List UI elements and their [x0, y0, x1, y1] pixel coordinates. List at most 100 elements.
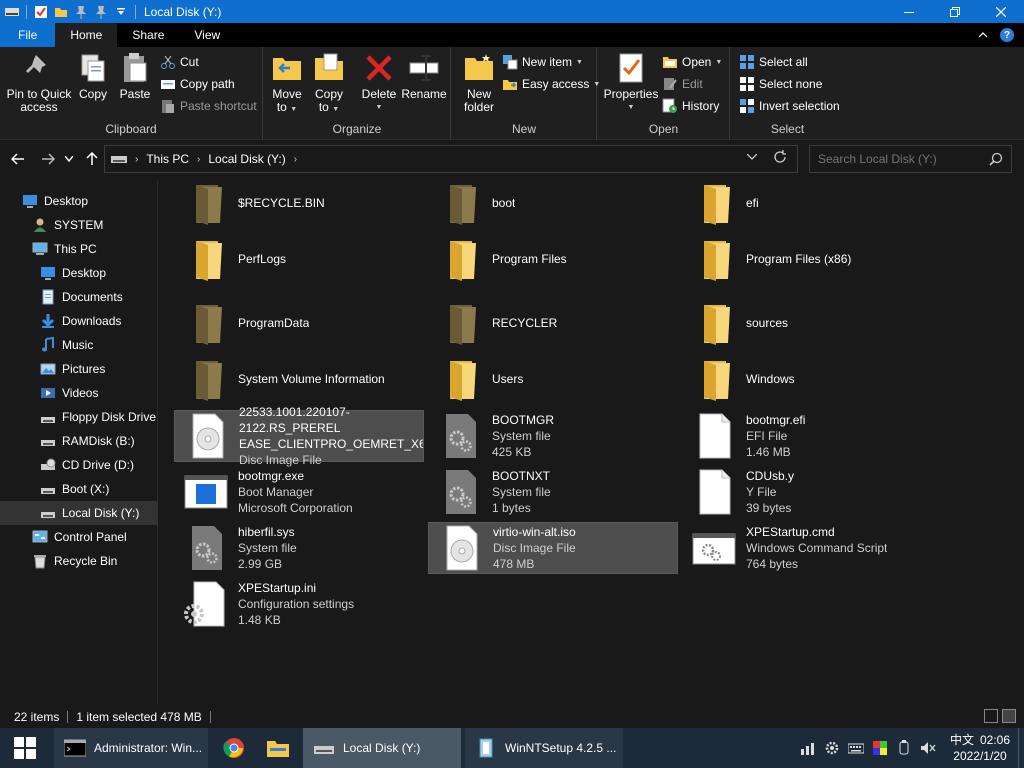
select-none-button[interactable]: Select none	[739, 74, 822, 94]
volume-muted-icon[interactable]	[920, 740, 936, 756]
easy-access-button[interactable]: Easy access ▼	[502, 74, 600, 94]
edit-button[interactable]: Edit	[662, 74, 703, 94]
file-item-bootmgr[interactable]: BOOTMGR System file 425 KB	[428, 410, 678, 462]
move-to-button[interactable]: Move to ▼	[270, 51, 304, 116]
breadcrumb-local-disk[interactable]: Local Disk (Y:)	[208, 152, 285, 166]
file-item-programdata[interactable]: ProgramData	[174, 297, 424, 349]
ime-indicator[interactable]: 中文	[950, 733, 974, 747]
nav-item-downloads-5[interactable]: Downloads	[0, 309, 158, 333]
new-item-button[interactable]: New item ▼	[502, 52, 583, 72]
show-desktop-button[interactable]	[1018, 728, 1024, 768]
nav-item-local-disk-y-13[interactable]: Local Disk (Y:)	[0, 501, 158, 525]
close-button[interactable]	[978, 0, 1024, 23]
clock[interactable]: 中文 02:06 2022/1/20	[950, 732, 1010, 764]
taskbar-explorer-window[interactable]: Local Disk (Y:)	[303, 728, 461, 768]
file-item-sources[interactable]: sources	[682, 297, 932, 349]
search-input[interactable]	[818, 152, 978, 166]
nav-item-boot-x-12[interactable]: Boot (X:)	[0, 477, 158, 501]
file-item-xpestartup-ini[interactable]: XPEStartup.ini Configuration settings 1.48…	[174, 578, 424, 630]
file-item-windows[interactable]: Windows	[682, 353, 932, 405]
nav-item-control-panel-14[interactable]: Control Panel	[0, 525, 158, 549]
search-box[interactable]	[809, 145, 1012, 173]
settings-gear-icon[interactable]	[824, 740, 840, 756]
paste-shortcut-button[interactable]: Paste shortcut	[160, 96, 257, 116]
file-item-users[interactable]: Users	[428, 353, 678, 405]
nav-item-ramdisk-b-10[interactable]: RAMDisk (B:)	[0, 429, 158, 453]
properties-button[interactable]: Properties ▼	[604, 51, 658, 114]
pin-qat-icon[interactable]	[71, 0, 91, 23]
nav-item-videos-8[interactable]: Videos	[0, 381, 158, 405]
breadcrumb-this-pc[interactable]: This PC	[146, 152, 189, 166]
taskbar-chrome[interactable]	[214, 728, 254, 768]
nav-item-cd-drive-d-11[interactable]: CD Drive (D:)	[0, 453, 158, 477]
file-item-bootnxt[interactable]: BOOTNXT System file 1 bytes	[428, 466, 678, 518]
address-dropdown-icon[interactable]	[746, 151, 758, 163]
file-item-cdusb-y[interactable]: CDUsb.y Y File 39 bytes	[682, 466, 932, 518]
tab-home[interactable]: Home	[55, 23, 118, 47]
paste-button[interactable]: Paste	[118, 51, 152, 101]
file-item-hiberfil-sys[interactable]: hiberfil.sys System file 2.99 GB	[174, 522, 424, 574]
help-icon[interactable]: ?	[1000, 28, 1014, 42]
start-button[interactable]	[0, 728, 50, 768]
file-item-efi[interactable]: efi	[682, 177, 932, 229]
minimize-button[interactable]	[886, 0, 932, 23]
tab-file[interactable]: File	[0, 23, 56, 47]
file-item-xpestartup-cmd[interactable]: XPEStartup.cmd Windows Command Script 764 …	[682, 522, 932, 574]
copy-path-button[interactable]: Copy path	[160, 74, 235, 94]
restore-button[interactable]	[932, 0, 978, 23]
taskbar-file-explorer[interactable]	[258, 728, 298, 768]
tab-view[interactable]: View	[179, 23, 235, 47]
recent-locations-button[interactable]	[62, 149, 76, 169]
file-item-recycler[interactable]: RECYCLER	[428, 297, 678, 349]
nav-item-system-1[interactable]: SYSTEM	[0, 213, 158, 237]
select-all-button[interactable]: Select all	[739, 52, 808, 72]
invert-selection-button[interactable]: Invert selection	[739, 96, 840, 116]
new-folder-qat-icon[interactable]	[51, 0, 71, 23]
copy-to-button[interactable]: Copy to ▼	[312, 51, 346, 116]
properties-check-icon[interactable]	[31, 0, 51, 23]
nav-item-desktop-0[interactable]: Desktop	[0, 189, 158, 213]
file-item-virtio-win-alt-iso[interactable]: virtio-win-alt.iso Disc Image File 478 MB	[428, 522, 678, 574]
forward-button[interactable]	[38, 149, 58, 169]
window-menu-icon[interactable]	[2, 0, 22, 23]
pin-to-quick-access-button[interactable]: Pin to Quick access	[6, 51, 72, 114]
nav-item-music-6[interactable]: Music	[0, 333, 158, 357]
taskbar-winntsetup[interactable]: WinNTSetup 4.2.5 ...	[465, 728, 623, 768]
search-icon[interactable]	[989, 152, 1003, 169]
large-icons-view-icon[interactable]	[1002, 709, 1016, 723]
history-button[interactable]: History	[662, 96, 719, 116]
address-bar[interactable]: › This PC › Local Disk (Y:) ›	[104, 145, 798, 173]
nav-item-this-pc-2[interactable]: This PC	[0, 237, 158, 261]
open-button[interactable]: Open ▼	[662, 52, 722, 72]
up-button[interactable]	[82, 149, 102, 169]
taskbar-cmd[interactable]: Administrator: Win...	[54, 728, 208, 768]
file-item-program-files[interactable]: Program Files	[428, 233, 678, 285]
file-item-boot[interactable]: boot	[428, 177, 678, 229]
usb-icon[interactable]	[896, 740, 912, 756]
file-item-22533-1001-220107-2122-rs-prerelease-cli[interactable]: 22533.1001.220107-2122.RS_PREREL EASE_CLI…	[174, 405, 424, 467]
back-button[interactable]	[8, 149, 28, 169]
rename-button[interactable]: Rename	[401, 51, 447, 101]
details-view-icon[interactable]	[984, 709, 998, 723]
cut-button[interactable]: Cut	[160, 52, 199, 72]
refresh-icon[interactable]	[773, 150, 787, 167]
file-item-bootmgr-exe[interactable]: bootmgr.exe Boot Manager Microsoft Corpora…	[174, 466, 424, 518]
nav-item-pictures-7[interactable]: Pictures	[0, 357, 158, 381]
new-folder-button[interactable]: New folder	[460, 51, 498, 114]
collapse-ribbon-icon[interactable]	[978, 31, 988, 39]
file-item-recycle-bin[interactable]: $RECYCLE.BIN	[174, 177, 424, 229]
color-picker-icon[interactable]	[872, 740, 888, 756]
customize-qat-icon[interactable]	[111, 0, 131, 23]
file-item-bootmgr-efi[interactable]: bootmgr.efi EFI File 1.46 MB	[682, 410, 932, 462]
copy-button[interactable]: Copy	[76, 51, 110, 101]
nav-item-floppy-disk-drive-9[interactable]: Floppy Disk Drive	[0, 405, 158, 429]
keyboard-icon[interactable]	[847, 740, 864, 756]
tab-share[interactable]: Share	[117, 23, 179, 47]
file-item-system-volume-information[interactable]: System Volume Information	[174, 353, 424, 405]
nav-item-desktop-3[interactable]: Desktop	[0, 261, 158, 285]
nav-item-documents-4[interactable]: Documents	[0, 285, 158, 309]
nav-item-recycle-bin-15[interactable]: Recycle Bin	[0, 549, 158, 573]
file-item-program-files-x86[interactable]: Program Files (x86)	[682, 233, 932, 285]
network-icon[interactable]	[800, 740, 816, 756]
delete-button[interactable]: Delete ▼	[360, 51, 398, 114]
